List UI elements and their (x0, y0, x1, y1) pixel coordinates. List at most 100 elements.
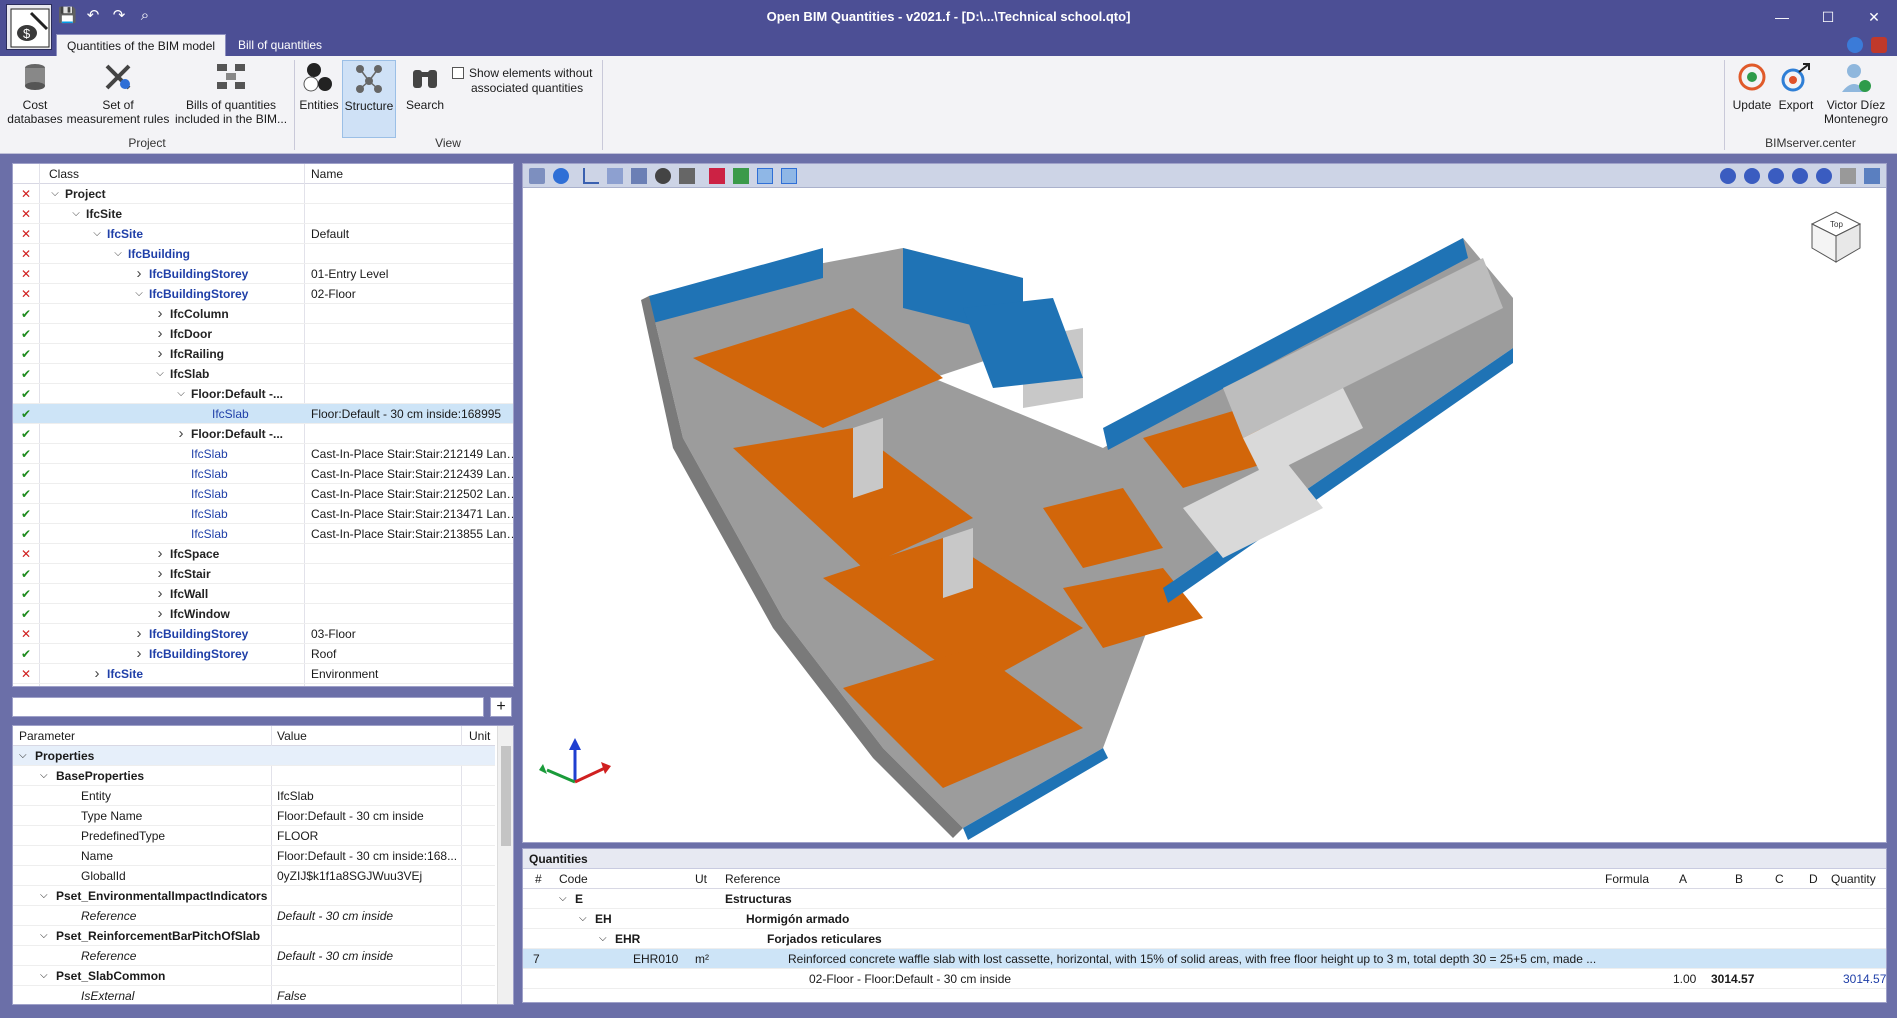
view-icon[interactable] (655, 168, 671, 184)
tree-row[interactable]: ✔ › IfcDoor (13, 324, 513, 344)
layers-icon[interactable] (529, 168, 545, 184)
chevron-down-icon[interactable]: ⌵ (70, 204, 82, 224)
update-button[interactable]: Update (1730, 60, 1774, 112)
tree-row[interactable]: ✕ ⌵ Project (13, 184, 513, 204)
property-row[interactable]: ⌵ BaseProperties (13, 766, 495, 786)
navigation-cube-icon[interactable]: Top (1808, 208, 1864, 264)
chevron-down-icon[interactable]: ⌵ (40, 966, 48, 986)
col-reference-header[interactable]: Reference (725, 869, 780, 889)
col-c-header[interactable]: C (1775, 869, 1784, 889)
col-formula-header[interactable]: Formula (1605, 869, 1649, 889)
chevron-right-icon[interactable]: › (91, 664, 103, 684)
property-row[interactable]: ⌵ Pset_ReinforcementBarPitchOfSlab (13, 926, 495, 946)
info-icon[interactable] (553, 168, 569, 184)
close-button[interactable]: ✕ (1851, 0, 1897, 34)
tree-row[interactable]: ✔ IfcSlab Cast-In-Place Stair:Stair:213855… (13, 524, 513, 544)
zoom-window-icon[interactable] (1744, 168, 1760, 184)
checkbox-box[interactable] (452, 67, 464, 79)
measurement-rules-button[interactable]: Set of measurement rules (66, 60, 170, 126)
quantity-row[interactable]: ⌵ EH Hormigón armado (523, 909, 1886, 929)
3d-viewer[interactable]: Top (522, 163, 1887, 843)
add-icon[interactable]: + (490, 697, 512, 717)
col-parameter-header[interactable]: Parameter (19, 729, 75, 743)
tree-row[interactable]: ✔ › IfcStair (13, 564, 513, 584)
globe-icon[interactable] (1847, 37, 1863, 53)
measure-icon[interactable] (733, 168, 749, 184)
maximize-button[interactable]: ☐ (1805, 0, 1851, 34)
property-row[interactable]: Entity IfcSlab (13, 786, 495, 806)
eye-icon[interactable] (781, 168, 797, 184)
col-ut-header[interactable]: Ut (695, 869, 707, 889)
frame-icon[interactable] (757, 168, 773, 184)
chevron-down-icon[interactable]: ⌵ (133, 284, 145, 304)
minimize-button[interactable]: — (1759, 0, 1805, 34)
chevron-down-icon[interactable]: ⌵ (175, 384, 187, 404)
section-icon[interactable] (631, 168, 647, 184)
property-row[interactable]: Name Floor:Default - 30 cm inside:168... (13, 846, 495, 866)
tree-row[interactable]: ✔ › IfcRailing (13, 344, 513, 364)
chevron-down-icon[interactable]: ⌵ (112, 244, 124, 264)
property-row[interactable]: ⌵ Pset_SlabCommon (13, 966, 495, 986)
tree-row[interactable]: ✕ › IfcSpace (13, 544, 513, 564)
chevron-down-icon[interactable]: ⌵ (49, 184, 61, 204)
chevron-down-icon[interactable]: ⌵ (579, 909, 587, 929)
tree-row[interactable]: ✕ › IfcBuildingStorey 01-Entry Level (13, 264, 513, 284)
col-code-header[interactable]: Code (559, 869, 588, 889)
quantity-row[interactable]: 7 EHR010 m² Reinforced concrete waffle slab… (523, 949, 1886, 969)
quantity-row[interactable]: ⌵ E Estructuras (523, 889, 1886, 909)
col-b-header[interactable]: B (1735, 869, 1743, 889)
col-a-header[interactable]: A (1679, 869, 1687, 889)
col-value-header[interactable]: Value (277, 729, 307, 743)
chevron-right-icon[interactable]: › (133, 264, 145, 284)
help-icon[interactable] (1871, 37, 1887, 53)
chevron-right-icon[interactable]: › (154, 324, 166, 344)
app-logo-icon[interactable]: $ (6, 4, 52, 50)
show-elements-checkbox[interactable]: Show elements without associated quantit… (452, 66, 592, 96)
tree-row[interactable]: ✕ ⌵ IfcSite (13, 204, 513, 224)
tree-row[interactable]: ✔ › Floor:Default -... (13, 424, 513, 444)
tree-row[interactable]: ✔ › IfcColumn (13, 304, 513, 324)
box-icon[interactable] (607, 168, 623, 184)
tree-filter-input[interactable] (12, 697, 484, 717)
col-quantity-header[interactable]: Quantity (1831, 869, 1876, 889)
tree-row[interactable]: ✔ › IfcBuildingStorey Roof (13, 644, 513, 664)
tree-row[interactable]: ✔ › IfcWall (13, 584, 513, 604)
tree-row[interactable]: ✔ ⌵ IfcSlab (13, 364, 513, 384)
axes-icon[interactable] (583, 168, 599, 184)
quantity-row[interactable]: 02-Floor - Floor:Default - 30 cm inside 1… (523, 969, 1886, 989)
property-row[interactable]: Reference Default - 30 cm inside (13, 946, 495, 966)
chevron-down-icon[interactable]: ⌵ (40, 886, 48, 906)
entities-button[interactable]: Entities (298, 60, 340, 112)
tree-row[interactable]: ✔ ⌵ Floor:Default -... (13, 384, 513, 404)
tree-row[interactable]: ✔ IfcSlab Cast-In-Place Stair:Stair:213471… (13, 504, 513, 524)
tab-quantities-bim-model[interactable]: Quantities of the BIM model (56, 34, 227, 56)
chevron-down-icon[interactable]: ⌵ (599, 929, 607, 949)
chevron-right-icon[interactable]: › (133, 624, 145, 644)
chevron-right-icon[interactable]: › (175, 424, 187, 444)
walk-icon[interactable] (679, 168, 695, 184)
chevron-right-icon[interactable]: › (154, 564, 166, 584)
col-d-header[interactable]: D (1809, 869, 1818, 889)
property-row[interactable]: ⌵ Properties (13, 746, 495, 766)
tab-bill-of-quantities[interactable]: Bill of quantities (228, 34, 332, 56)
zoom-prev-icon[interactable] (1768, 168, 1784, 184)
user-account-button[interactable]: Victor Díez Montenegro (1818, 60, 1894, 126)
chevron-down-icon[interactable]: ⌵ (154, 364, 166, 384)
chevron-right-icon[interactable]: › (154, 304, 166, 324)
chevron-down-icon[interactable]: ⌵ (91, 224, 103, 244)
chevron-right-icon[interactable]: › (154, 584, 166, 604)
tree-row[interactable]: ✕ › IfcBuildingStorey 03-Floor (13, 624, 513, 644)
zoom-all-icon[interactable] (1720, 168, 1736, 184)
property-row[interactable]: ⌵ Pset_EnvironmentalImpactIndicators (13, 886, 495, 906)
chevron-down-icon[interactable]: ⌵ (40, 926, 48, 946)
pan-hand-icon[interactable] (1840, 168, 1856, 184)
tree-row[interactable]: ✕ ⌵ IfcBuildingStorey 02-Floor (13, 284, 513, 304)
col-num-header[interactable]: # (535, 869, 542, 889)
chevron-down-icon[interactable]: ⌵ (19, 746, 27, 766)
property-row[interactable]: IsExternal False (13, 986, 495, 1004)
zoom-icon[interactable] (1816, 168, 1832, 184)
tree-row[interactable]: ✔ IfcSlab Cast-In-Place Stair:Stair:212502… (13, 484, 513, 504)
tree-row[interactable]: ✔ IfcSlab Cast-In-Place Stair:Stair:212439… (13, 464, 513, 484)
chevron-down-icon[interactable]: ⌵ (559, 889, 567, 909)
tree-row[interactable]: ✕ › IfcSite Environment (13, 664, 513, 684)
